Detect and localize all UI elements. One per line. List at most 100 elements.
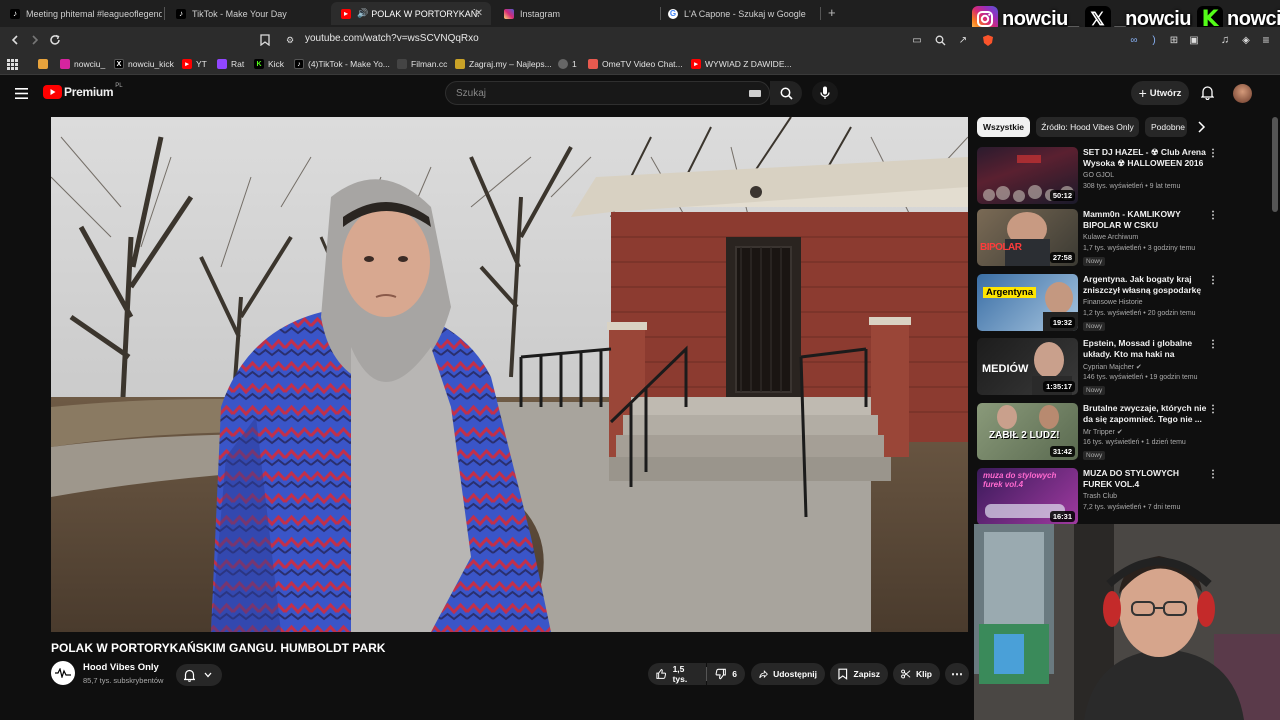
apps-grid-icon[interactable] [7,57,18,71]
bookmark-page-icon[interactable] [257,32,273,48]
rec-menu-icon[interactable]: ⋮ [1208,148,1218,159]
video-thumbnail[interactable]: 50:12 [977,147,1078,204]
video-player[interactable] [51,117,968,632]
save-button[interactable]: Zapisz [830,663,888,685]
zoom-icon[interactable] [932,32,948,48]
keyboard-icon[interactable] [749,90,761,97]
thumbnail-text: MEDIÓW [982,363,1029,375]
clip-button[interactable]: Klip [893,663,940,685]
video-thumbnail[interactable]: Argentyna 19:32 [977,274,1078,331]
browser-tab[interactable]: ♪ Meeting phitemal #leagueoflegends [0,2,162,25]
reload-icon[interactable] [47,32,63,48]
menu-icon[interactable]: ≡ [1258,32,1274,48]
create-button[interactable]: + Utwórz [1131,81,1189,105]
bookmark-item[interactable]: Rat [217,57,244,71]
bookmark-item[interactable]: ▸ YT [182,57,207,71]
dislike-button[interactable]: 6 [707,663,745,685]
recommendation-item[interactable]: MEDIÓW 1:35:17 Epstein, Mossad i globaln… [977,338,1218,396]
subscription-bell-button[interactable] [176,664,222,686]
bookmark-item[interactable]: 1 [558,57,577,71]
forward-icon[interactable] [27,32,43,48]
extensions-puzzle-icon[interactable]: ⊞ [1166,32,1182,48]
channel-name[interactable]: Hood Vibes Only [83,662,159,673]
extension-icon[interactable]: ) [1146,32,1162,48]
back-icon[interactable] [7,32,23,48]
share-page-icon[interactable]: ↗ [955,32,971,48]
hamburger-menu-icon[interactable] [15,86,28,104]
thumbnail-text: BIPOLAR [980,242,1022,253]
rec-channel: Mr Tripper ✔ [1083,429,1123,436]
browser-toolbar: ⚙ youtube.com/watch?v=wsSCVNQqRxo ▭ ↗ ∞ … [0,27,1280,53]
browser-tab[interactable]: G L'A Capone - Szukaj w Google [658,2,818,25]
rec-menu-icon[interactable]: ⋮ [1208,404,1218,415]
bookmark-item[interactable]: OmeTV Video Chat... [588,57,683,71]
video-thumbnail[interactable]: muza do stylowych furek vol.4 16:31 [977,468,1078,525]
rec-menu-icon[interactable]: ⋮ [1208,469,1218,480]
notifications-bell-icon[interactable] [1200,85,1215,105]
extension-icon[interactable]: ∞ [1126,32,1142,48]
close-tab-icon[interactable]: ✕ [475,8,483,19]
voice-search-button[interactable] [812,81,838,105]
tiktok-icon: ♪ [10,8,20,19]
video-duration: 1:35:17 [1043,381,1075,392]
globe-icon [558,59,568,69]
channel-avatar[interactable] [51,661,75,685]
bookmark-folder[interactable] [38,57,52,71]
bookmark-item[interactable]: Zagraj.my – Najleps... [455,57,552,71]
more-actions-button[interactable]: ⋯ [945,663,969,685]
search-button[interactable] [770,81,802,105]
dislike-count: 6 [732,669,737,679]
rec-menu-icon[interactable]: ⋮ [1208,275,1218,286]
video-thumbnail[interactable]: MEDIÓW 1:35:17 [977,338,1078,395]
browser-tab[interactable]: Instagram [494,2,654,25]
search-input[interactable]: Szukaj [445,81,770,105]
url-bar[interactable]: youtube.com/watch?v=wsSCVNQqRxo [305,33,479,44]
folder-icon [38,59,48,69]
recommendation-item[interactable]: 50:12 SET DJ HAZEL - ☢ Club Arena Wysoka… [977,147,1218,205]
bookmark-item[interactable]: ▸ WYWIAD Z DAWIDE... [691,57,792,71]
youtube-logo[interactable]: Premium PL [43,83,123,99]
bookmark-item[interactable]: Xnowciu_kick [114,57,174,71]
site-info-icon[interactable]: ⚙ [282,32,298,48]
media-control-icon[interactable]: ♫ [1217,32,1233,48]
brave-shield-icon[interactable] [980,32,996,48]
bookmark-item[interactable]: nowciu_ [60,57,105,71]
browser-tab-active[interactable]: ▸ 🔊 POLAK W PORTORYKAŃSKIM ✕ [331,2,491,25]
recommendation-item[interactable]: Argentyna 19:32 Argentyna. Jak bogaty kr… [977,274,1218,332]
chip-related[interactable]: Podobne [1145,117,1187,137]
create-label: Utwórz [1149,87,1182,99]
rec-channel: Finansowe Historie [1083,299,1143,306]
video-frame [51,117,968,632]
recommendation-item[interactable]: ZABIŁ 2 LUDZ! 31:42 Brutalne zwyczaje, k… [977,403,1218,461]
browser-tab[interactable]: ♪ TikTok - Make Your Day [166,2,326,25]
sidebar-toggle-icon[interactable]: ▣ [1186,32,1202,48]
chip-source[interactable]: Źródło: Hood Vibes Only [1036,117,1139,137]
chevron-down-icon [204,672,212,678]
tab-separator [164,7,165,20]
tiktok-icon: ♪ [294,59,304,69]
bookmark-item[interactable]: Filman.cc [397,57,447,71]
sidebar-scrollbar[interactable] [1272,117,1278,212]
plus-icon: + [1138,85,1147,101]
rec-title: SET DJ HAZEL - ☢ Club Arena Wysoka ☢ HAL… [1083,147,1206,168]
like-button[interactable]: 1,5 tys. [648,663,706,685]
bookmarks-bar: nowciu_ Xnowciu_kick ▸ YT Rat K Kick ♪ (4)T… [0,53,1280,75]
cast-icon[interactable]: ▭ [909,32,925,48]
rec-title: Mamm0n - KAMLIKOWY BIPOLAR W CSKU [1083,209,1181,230]
vpn-shield-icon[interactable]: ◈ [1238,32,1254,48]
rec-menu-icon[interactable]: ⋮ [1208,339,1218,350]
rec-channel: Cyprian Majcher ✔ [1083,364,1142,371]
recommendation-item[interactable]: BIPOLAR 27:58 Mamm0n - KAMLIKOWY BIPOLAR… [977,209,1218,267]
rec-meta: 146 tys. wyświetleń • 19 godzin temu [1083,374,1198,381]
video-thumbnail[interactable]: ZABIŁ 2 LUDZ! 31:42 [977,403,1078,460]
avatar[interactable] [1233,84,1252,103]
bookmark-item[interactable]: ♪ (4)TikTok - Make Yo... [294,57,390,71]
share-button[interactable]: Udostępnij [751,663,825,685]
recommendation-item[interactable]: muza do stylowych furek vol.4 16:31 MUZA… [977,468,1218,526]
bookmark-item[interactable]: K Kick [254,57,284,71]
rec-menu-icon[interactable]: ⋮ [1208,210,1218,221]
new-tab-button[interactable]: + [828,5,836,20]
video-thumbnail[interactable]: BIPOLAR 27:58 [977,209,1078,266]
chip-all[interactable]: Wszystkie [977,117,1030,137]
chips-next-icon[interactable] [1196,120,1206,139]
